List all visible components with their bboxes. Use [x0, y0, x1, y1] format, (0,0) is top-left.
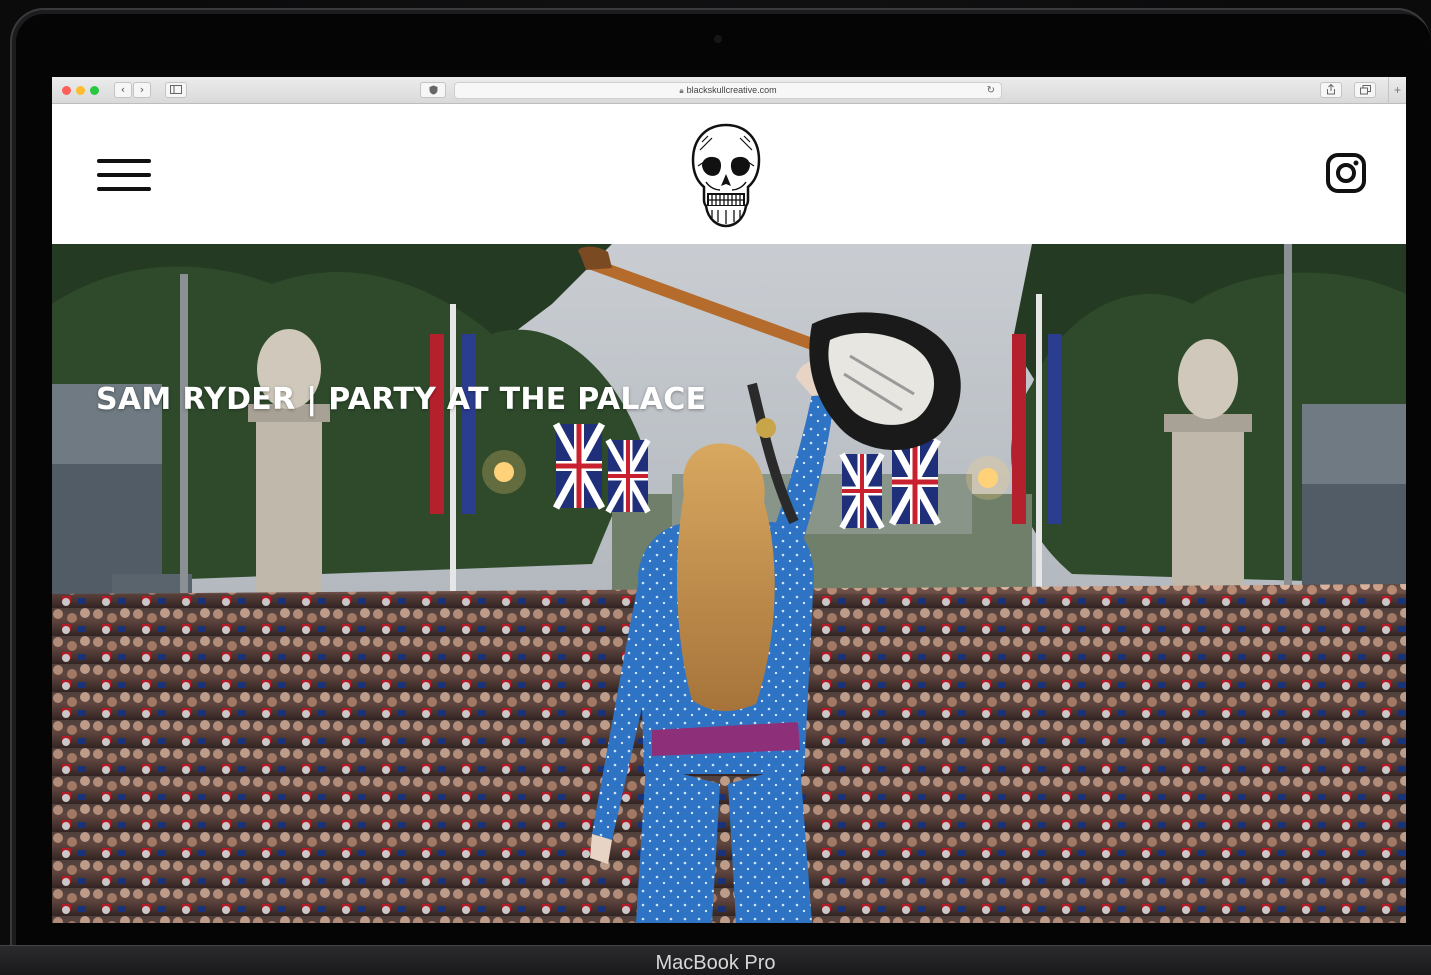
browser-toolbar: ‹ › 🔒︎ blackskullcreative.com ↻ + [52, 77, 1406, 104]
shield-icon[interactable] [420, 82, 446, 98]
chevron-left-icon[interactable]: ‹ [114, 82, 132, 98]
minimize-window-button[interactable] [76, 86, 85, 95]
hamburger-menu-icon[interactable] [97, 159, 151, 193]
address-bar[interactable]: 🔒︎ blackskullcreative.com ↻ [454, 82, 1002, 99]
camera-icon [714, 35, 722, 43]
concert-photo [52, 244, 1406, 923]
hero-section[interactable]: SAM RYDER | PARTY AT THE PALACE [52, 244, 1406, 923]
device-label: MacBook Pro [655, 952, 776, 974]
instagram-icon[interactable] [1325, 152, 1367, 194]
device-stage: ‹ › 🔒︎ blackskullcreative.com ↻ + SAM RY… [0, 0, 1431, 975]
reload-icon[interactable]: ↻ [987, 83, 995, 98]
skull-logo-icon[interactable] [688, 122, 764, 230]
chevron-right-icon[interactable]: › [133, 82, 151, 98]
screen: ‹ › 🔒︎ blackskullcreative.com ↻ + SAM RY… [52, 77, 1406, 923]
url-text: blackskullcreative.com [686, 85, 777, 95]
hero-title[interactable]: SAM RYDER | PARTY AT THE PALACE [96, 382, 706, 417]
close-window-button[interactable] [62, 86, 71, 95]
share-icon[interactable] [1320, 82, 1342, 98]
tabs-icon[interactable] [1354, 82, 1376, 98]
laptop-base: MacBook Pro [0, 945, 1431, 975]
lock-icon: 🔒︎ [679, 86, 684, 95]
site-header [52, 104, 1406, 244]
zoom-window-button[interactable] [90, 86, 99, 95]
sidebar-icon[interactable] [165, 82, 187, 98]
new-tab-button[interactable]: + [1388, 77, 1406, 104]
